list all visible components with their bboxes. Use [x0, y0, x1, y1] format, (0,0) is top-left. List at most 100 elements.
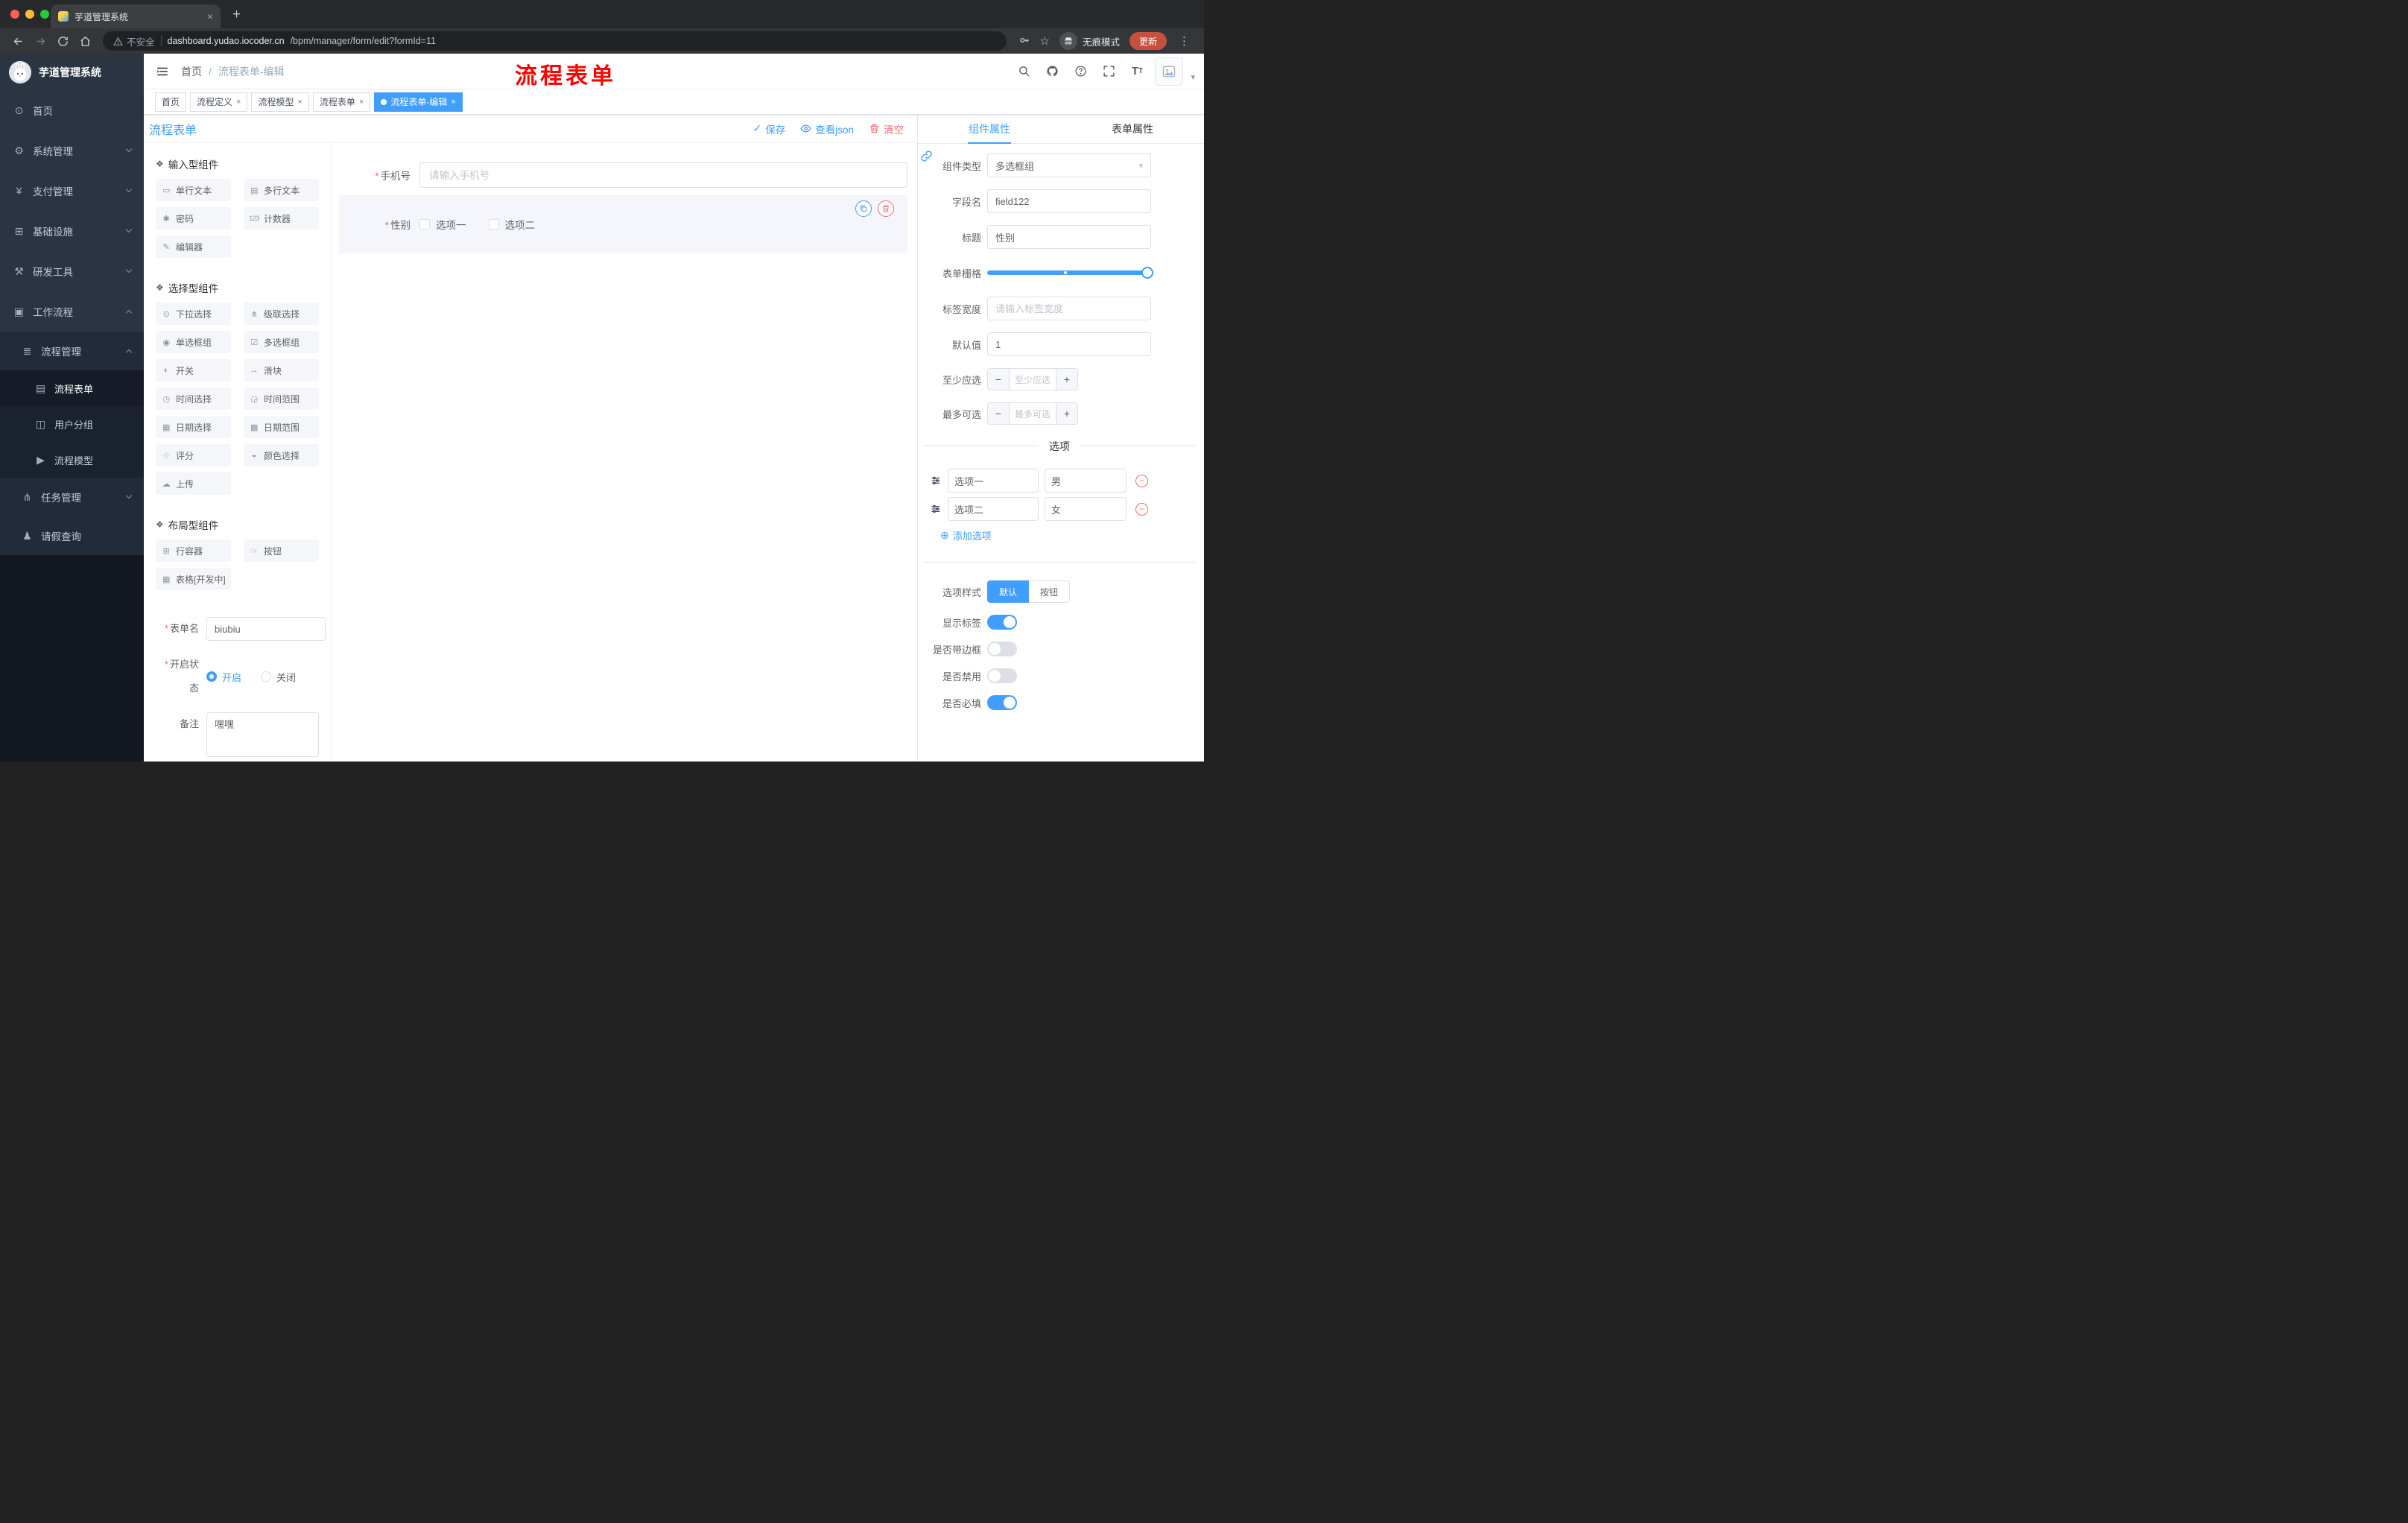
tag-process-model[interactable]: 流程模型 ×	[251, 92, 309, 112]
option-value-input[interactable]	[1045, 497, 1127, 521]
security-warning[interactable]: 不安全	[113, 34, 155, 48]
status-radio-on[interactable]: 开启	[206, 670, 241, 684]
gender-option-2[interactable]: 选项二	[488, 217, 535, 232]
default-value-input[interactable]	[987, 332, 1151, 356]
tag-process-form[interactable]: 流程表单 ×	[312, 92, 371, 112]
sidebar-item-process-mgmt[interactable]: ≣ 流程管理	[0, 332, 144, 370]
disabled-toggle[interactable]	[987, 668, 1017, 683]
slider-handle[interactable]	[1141, 267, 1153, 279]
sidebar-item-process-model[interactable]: ▶ 流程模型	[0, 442, 144, 478]
sidebar-item-infrastructure[interactable]: ⊞ 基础设施	[0, 211, 144, 251]
field-name-input[interactable]	[987, 189, 1151, 213]
min-select-value[interactable]: 至少应选	[1010, 369, 1056, 390]
address-bar[interactable]: 不安全 dashboard.yudao.iocoder.cn/bpm/manag…	[103, 31, 1007, 51]
required-toggle[interactable]	[987, 695, 1017, 710]
caret-down-icon[interactable]: ▾	[1191, 72, 1195, 82]
font-size-icon[interactable]: TT	[1127, 60, 1147, 83]
save-button[interactable]: ✓ 保存	[753, 121, 786, 136]
sidebar-item-home[interactable]: ⊙ 首页	[0, 90, 144, 130]
option-value-input[interactable]	[1045, 469, 1127, 493]
remove-option-button[interactable]: −	[1135, 502, 1148, 516]
component-row-container[interactable]: ⊞ 行容器	[156, 539, 231, 562]
form-name-input[interactable]	[206, 617, 326, 641]
label-width-input[interactable]	[987, 297, 1151, 320]
decrease-button[interactable]: −	[988, 369, 1010, 390]
option-label-input[interactable]	[948, 497, 1039, 521]
breadcrumb-home[interactable]: 首页	[181, 64, 202, 79]
component-date-range[interactable]: ▩ 日期范围	[244, 416, 319, 438]
gender-option-1[interactable]: 选项一	[419, 217, 466, 232]
tag-home[interactable]: 首页	[155, 92, 187, 112]
reload-button[interactable]	[52, 31, 73, 51]
back-button[interactable]	[7, 31, 28, 51]
component-cascader[interactable]: ⋔ 级联选择	[244, 303, 319, 325]
phone-field-row[interactable]: * 手机号	[339, 162, 907, 188]
sidebar-item-user-group[interactable]: ◫ 用户分组	[0, 406, 144, 442]
user-avatar[interactable]	[1155, 57, 1184, 86]
component-color-picker[interactable]: ◒ 颜色选择	[244, 444, 319, 466]
component-time-range[interactable]: ◶ 时间范围	[244, 387, 319, 410]
search-icon[interactable]	[1013, 60, 1034, 83]
browser-update-button[interactable]: 更新	[1129, 32, 1167, 50]
help-icon[interactable]	[1070, 60, 1091, 83]
home-button[interactable]	[75, 31, 95, 51]
sidebar-item-dev-tools[interactable]: ⚒ 研发工具	[0, 251, 144, 291]
component-password[interactable]: ✱ 密码	[156, 207, 231, 229]
grid-slider[interactable]	[987, 261, 1153, 285]
sidebar-item-task-mgmt[interactable]: ⋔ 任务管理	[0, 478, 144, 516]
tag-process-form-edit[interactable]: 流程表单-编辑 ×	[374, 92, 463, 112]
incognito-indicator[interactable]: 无痕模式	[1059, 32, 1120, 50]
component-single-line-text[interactable]: ▭ 单行文本	[156, 179, 231, 201]
component-rate[interactable]: ☆ 评分	[156, 444, 231, 466]
title-input[interactable]	[987, 225, 1151, 249]
component-dropdown[interactable]: ⊙ 下拉选择	[156, 303, 231, 325]
tag-process-definition[interactable]: 流程定义 ×	[190, 92, 248, 112]
component-date-picker[interactable]: ▦ 日期选择	[156, 416, 231, 438]
max-select-value[interactable]: 最多可选	[1010, 403, 1056, 424]
increase-button[interactable]: +	[1056, 369, 1077, 390]
style-button-button[interactable]: 按钮	[1029, 580, 1071, 603]
status-radio-off[interactable]: 关闭	[261, 670, 296, 684]
style-default-button[interactable]: 默认	[987, 580, 1030, 603]
sidebar-item-leave-query[interactable]: ♟ 请假查询	[0, 516, 144, 555]
close-tag-icon[interactable]: ×	[297, 98, 302, 107]
phone-input[interactable]	[419, 162, 907, 188]
component-checkbox-group[interactable]: ☑ 多选框组	[244, 331, 319, 353]
component-table-wip[interactable]: ▦ 表格[开发中]	[156, 568, 231, 590]
gender-field-row-selected[interactable]: * 性别 选项一 选项二	[339, 195, 907, 253]
component-radio-group[interactable]: ◉ 单选框组	[156, 331, 231, 353]
browser-menu-icon[interactable]: ⋮	[1176, 34, 1192, 48]
browser-tab[interactable]: 芋道管理系统 ×	[51, 4, 221, 28]
show-label-toggle[interactable]	[987, 615, 1017, 630]
forward-button[interactable]	[30, 31, 51, 51]
remove-option-button[interactable]: −	[1135, 474, 1148, 487]
close-tab-icon[interactable]: ×	[207, 10, 213, 22]
minimize-window-button[interactable]	[25, 10, 34, 19]
increase-button[interactable]: +	[1056, 403, 1077, 424]
component-counter[interactable]: 123 计数器	[244, 207, 319, 229]
delete-field-button[interactable]	[878, 200, 894, 217]
component-editor[interactable]: ✎ 编辑器	[156, 235, 231, 258]
close-window-button[interactable]	[10, 10, 19, 19]
tab-form-props[interactable]: 表单属性	[1061, 115, 1204, 143]
border-toggle[interactable]	[987, 642, 1017, 656]
close-tag-icon[interactable]: ×	[359, 98, 364, 107]
tab-component-props[interactable]: 组件属性	[918, 115, 1061, 143]
drag-handle-icon[interactable]	[930, 503, 942, 515]
sidebar-item-payment-mgmt[interactable]: ¥ 支付管理	[0, 171, 144, 211]
component-time-picker[interactable]: ◷ 时间选择	[156, 387, 231, 410]
drag-handle-icon[interactable]	[930, 475, 942, 487]
link-icon[interactable]	[920, 150, 933, 165]
sidebar-item-process-form[interactable]: ▤ 流程表单	[0, 370, 144, 406]
password-key-icon[interactable]	[1018, 34, 1030, 48]
fullscreen-icon[interactable]	[1098, 60, 1119, 83]
new-tab-button[interactable]: +	[232, 7, 241, 23]
sidebar-toggle[interactable]	[144, 54, 181, 89]
add-option-button[interactable]: ⊕ 添加选项	[940, 528, 1204, 542]
component-upload[interactable]: ☁ 上传	[156, 472, 231, 495]
remark-textarea[interactable]: 嘿嘿	[206, 712, 319, 757]
maximize-window-button[interactable]	[40, 10, 49, 19]
component-multi-line-text[interactable]: ▤ 多行文本	[244, 179, 319, 201]
clear-button[interactable]: 清空	[869, 121, 904, 136]
bookmark-star-icon[interactable]: ☆	[1040, 34, 1050, 48]
